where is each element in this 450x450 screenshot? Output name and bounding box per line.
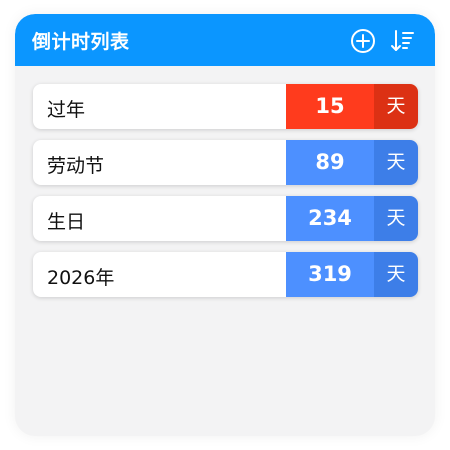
countdown-unit: 天 [374,84,418,129]
countdown-name: 劳动节 [47,155,105,177]
countdown-unit: 天 [374,252,418,297]
countdown-name: 2026年 [47,267,115,289]
countdown-days: 319 [286,252,374,297]
countdown-widget: 倒计时列表 过年 15 天 劳动节 89 天 生日 234 天 2026年 31… [15,14,435,436]
countdown-item[interactable]: 过年 15 天 [33,84,418,129]
countdown-item[interactable]: 生日 234 天 [33,196,418,241]
countdown-days: 234 [286,196,374,241]
countdown-unit: 天 [374,196,418,241]
countdown-unit: 天 [374,140,418,185]
widget-header: 倒计时列表 [15,14,435,66]
countdown-days: 89 [286,140,374,185]
countdown-name: 过年 [47,99,86,121]
add-countdown-button[interactable] [349,27,377,55]
countdown-name: 生日 [47,211,86,233]
widget-title: 倒计时列表 [32,31,130,53]
countdown-item[interactable]: 2026年 319 天 [33,252,418,297]
countdown-days: 15 [286,84,374,129]
sort-button[interactable] [389,27,417,55]
plus-circle-icon [351,29,375,53]
countdown-list: 过年 15 天 劳动节 89 天 生日 234 天 2026年 319 天 [33,84,418,308]
sort-descending-icon [391,30,414,51]
countdown-item[interactable]: 劳动节 89 天 [33,140,418,185]
